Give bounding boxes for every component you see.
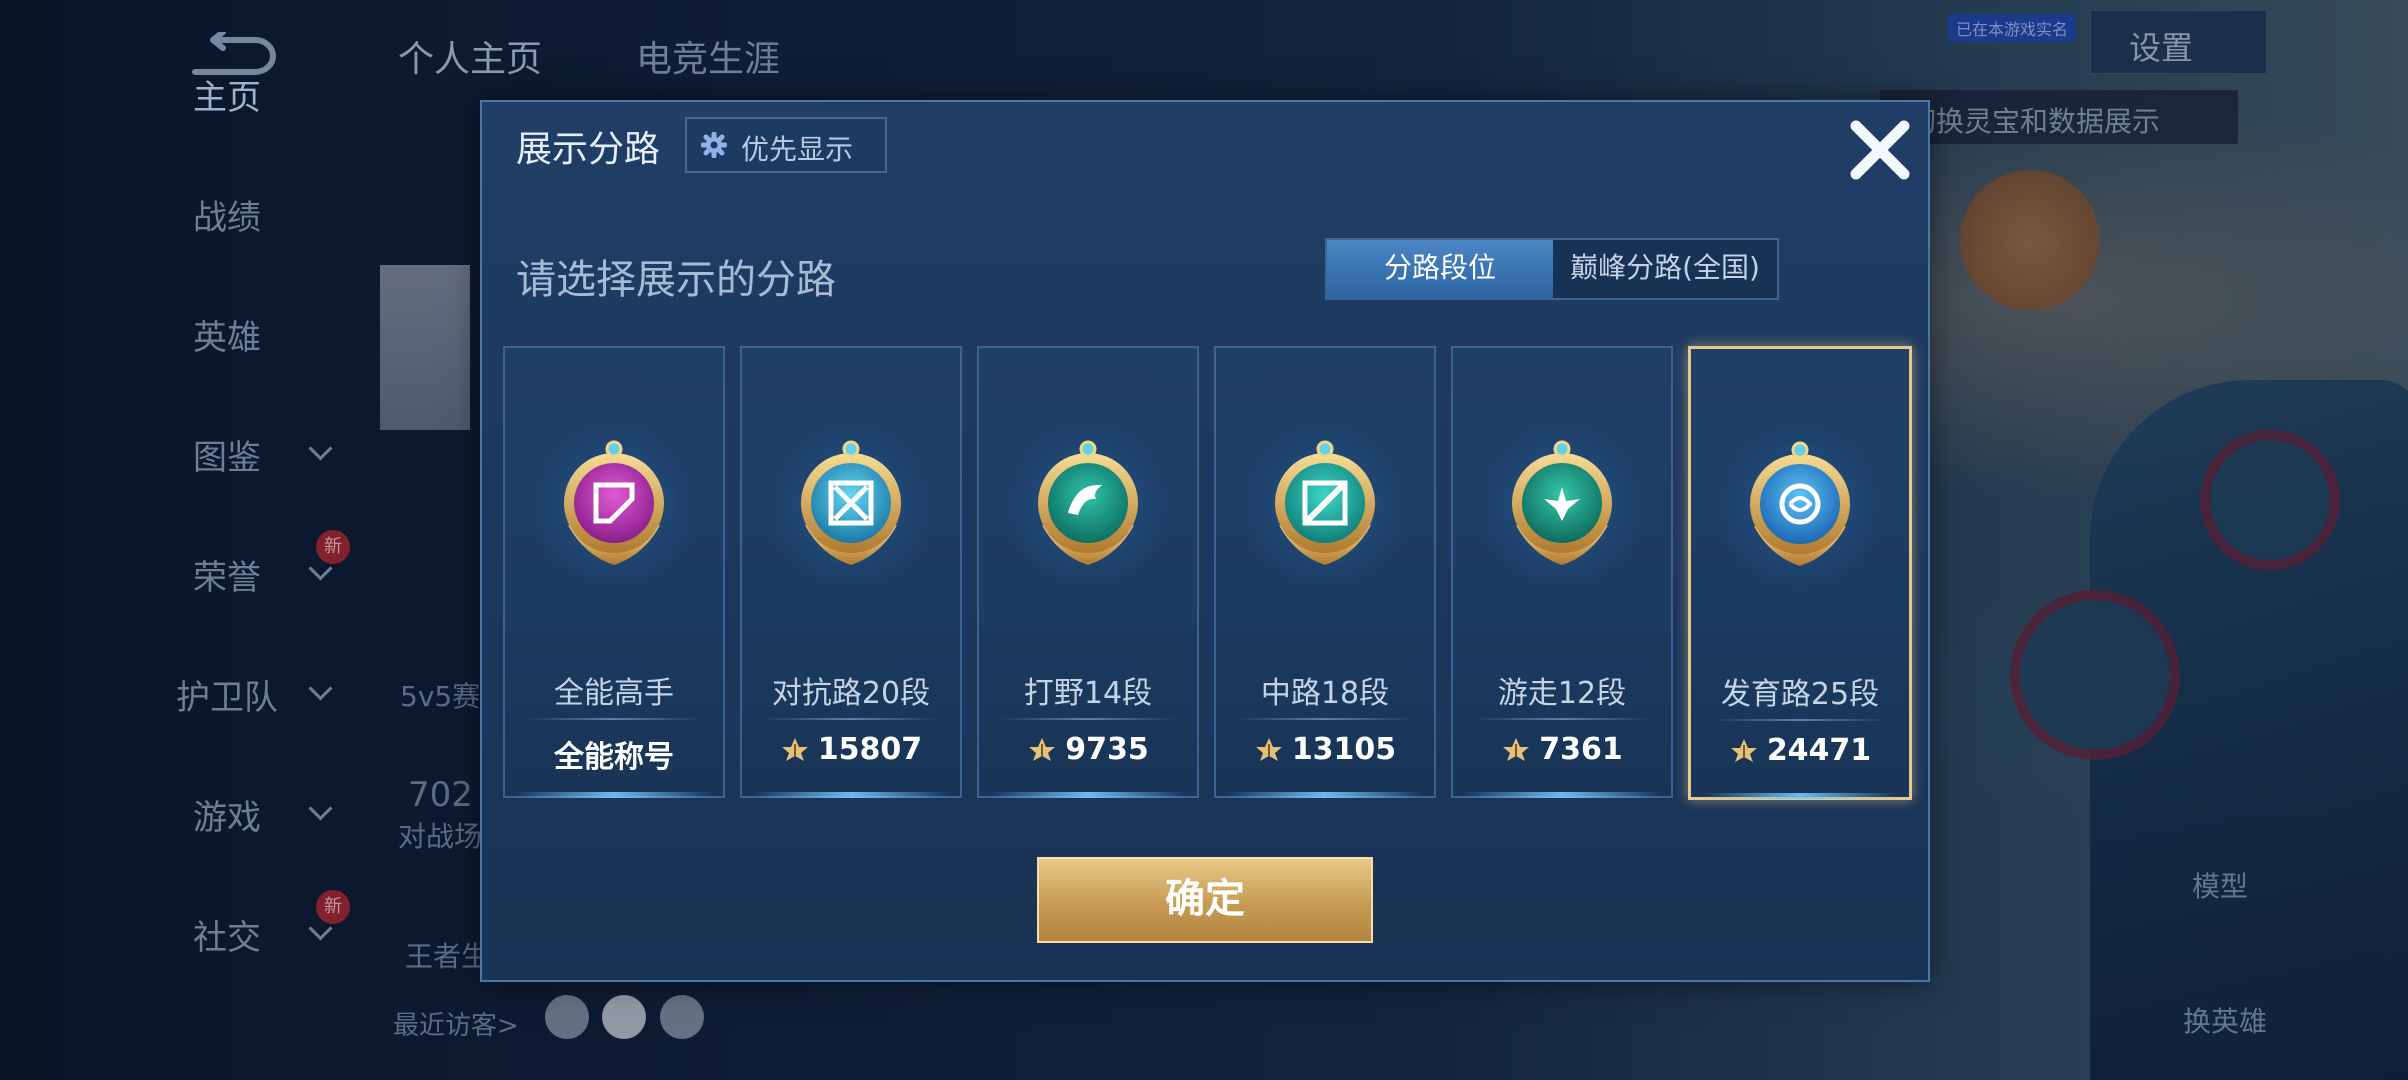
sidebar-item-honor[interactable]: 荣誉 新 <box>0 530 350 610</box>
card-glow <box>752 792 950 798</box>
tab-esports-career[interactable]: 电竞生涯 <box>636 30 780 82</box>
chevron-down-icon <box>308 796 333 821</box>
divider <box>525 718 703 720</box>
dialog-subtitle: 请选择展示的分路 <box>516 257 836 303</box>
confirm-button[interactable]: 确定 <box>1037 857 1373 943</box>
card-glow <box>515 792 713 798</box>
divider <box>999 718 1177 720</box>
card-glow <box>989 792 1187 798</box>
lane-score-value: 13105 <box>1291 732 1397 767</box>
dialog-title: 展示分路 <box>516 129 661 170</box>
sidebar-item-label: 社交 <box>193 918 261 958</box>
lane-rank-label: 游走12段 <box>1497 676 1627 711</box>
lane-score: 13105 <box>1216 732 1434 767</box>
lane-card-farm-lane[interactable]: 发育路25段 24471 <box>1688 346 1912 800</box>
sidebar-item-label: 游戏 <box>193 798 261 838</box>
points-icon <box>1254 735 1284 761</box>
tab-peak-lane-national[interactable]: 巅峰分路(全国) <box>1553 240 1777 298</box>
settings-label: 设置 <box>2129 29 2194 67</box>
recent-visitors-link[interactable]: 最近访客> <box>393 1005 519 1042</box>
avatar <box>380 265 470 430</box>
sidebar-item-collection[interactable]: 图鉴 <box>0 410 350 490</box>
real-name-tag: 已在本游戏实名 <box>1948 14 2077 42</box>
sidebar-item-guard[interactable]: 护卫队 <box>0 650 350 730</box>
new-badge: 新 <box>316 530 350 564</box>
gear-icon <box>701 132 727 158</box>
jungle-badge-icon <box>1018 433 1158 573</box>
tab-lane-rank[interactable]: 分路段位 <box>1327 240 1553 298</box>
priority-display-label: 优先显示 <box>741 133 854 166</box>
sidebar-item-label: 主页 <box>193 78 261 118</box>
lane-score: 9735 <box>979 732 1197 767</box>
magenta-badge-icon <box>544 433 684 573</box>
new-badge: 新 <box>316 890 350 924</box>
tab-personal-home[interactable]: 个人主页 <box>398 30 542 82</box>
lane-score-value: 7361 <box>1539 732 1623 767</box>
card-glow <box>1701 793 1899 799</box>
chevron-down-icon <box>308 676 333 701</box>
lane-score: 24471 <box>1691 733 1909 768</box>
switch-hero-button[interactable]: 换英雄 <box>2155 1000 2295 1040</box>
lane-rank-label: 对抗路20段 <box>771 676 931 711</box>
lane-score: 15807 <box>742 732 960 767</box>
visitor-avatar[interactable] <box>545 995 589 1039</box>
clash-lane-badge-icon <box>781 433 921 573</box>
settings-button[interactable]: 设置 <box>2090 10 2267 74</box>
lane-score: 7361 <box>1453 732 1671 767</box>
match-count: 702 <box>408 775 473 815</box>
lane-score-value: 24471 <box>1766 733 1872 768</box>
card-glow <box>1463 792 1661 798</box>
sidebar-item-social[interactable]: 社交 新 <box>0 890 350 970</box>
divider <box>762 718 940 720</box>
divider <box>1473 718 1651 720</box>
match-count-label: 对战场 <box>398 820 483 853</box>
roam-badge-icon <box>1492 433 1632 573</box>
sidebar-item-heroes[interactable]: 英雄 <box>0 290 350 370</box>
hint-bar: 以切换灵宝和数据展示 <box>1880 90 2238 144</box>
lane-rank-label: 全能高手 <box>554 676 674 711</box>
visitor-avatar[interactable] <box>602 995 646 1039</box>
sidebar-item-games[interactable]: 游戏 <box>0 770 350 850</box>
display-mode-tabs: 分路段位 巅峰分路(全国) <box>1325 238 1779 300</box>
rank-label: 5v5赛 <box>400 680 481 713</box>
close-icon[interactable] <box>1840 110 1920 190</box>
sidebar-item-record[interactable]: 战绩 <box>0 170 350 250</box>
divider <box>1711 719 1889 721</box>
lane-rank-label: 打野14段 <box>1023 676 1153 711</box>
mid-lane-badge-icon <box>1255 433 1395 573</box>
sidebar-item-label: 护卫队 <box>176 678 278 718</box>
lane-display-dialog: 展示分路 优先显示 请选择展示的分路 分路段位 巅峰分路(全国) 全能高手全能称… <box>480 100 1930 982</box>
card-glow <box>1226 792 1424 798</box>
points-icon <box>1501 735 1531 761</box>
lane-score: 全能称号 <box>505 732 723 776</box>
sidebar-item-label: 战绩 <box>193 198 261 238</box>
lane-rank-label: 中路18段 <box>1260 676 1390 711</box>
model-button[interactable]: 模型 <box>2160 865 2280 905</box>
lane-card-roam[interactable]: 游走12段 7361 <box>1451 346 1673 798</box>
points-icon <box>1027 735 1057 761</box>
king-career-label: 王者生 <box>405 940 490 973</box>
lane-score-value: 15807 <box>817 732 923 767</box>
lane-card-mid-lane[interactable]: 中路18段 13105 <box>1214 346 1436 798</box>
lane-score-value: 9735 <box>1065 732 1149 767</box>
lane-card-jungle[interactable]: 打野14段 9735 <box>977 346 1199 798</box>
farm-lane-badge-icon <box>1730 434 1870 574</box>
sidebar-item-label: 图鉴 <box>193 438 261 478</box>
priority-display-button[interactable]: 优先显示 <box>685 117 887 173</box>
divider <box>1236 718 1414 720</box>
lane-card-clash-lane[interactable]: 对抗路20段 15807 <box>740 346 962 798</box>
points-icon <box>780 735 810 761</box>
lane-card-all-round[interactable]: 全能高手 全能称号 <box>503 346 725 798</box>
sidebar-item-label: 英雄 <box>193 318 261 358</box>
sidebar-item-label: 荣誉 <box>193 558 261 598</box>
visitor-avatar[interactable] <box>660 995 704 1039</box>
points-icon <box>1729 736 1759 762</box>
sidebar-item-home[interactable]: 主页 <box>0 50 350 130</box>
chevron-down-icon <box>308 436 333 461</box>
lane-score-value: 全能称号 <box>554 740 674 775</box>
lane-rank-label: 发育路25段 <box>1720 677 1880 712</box>
